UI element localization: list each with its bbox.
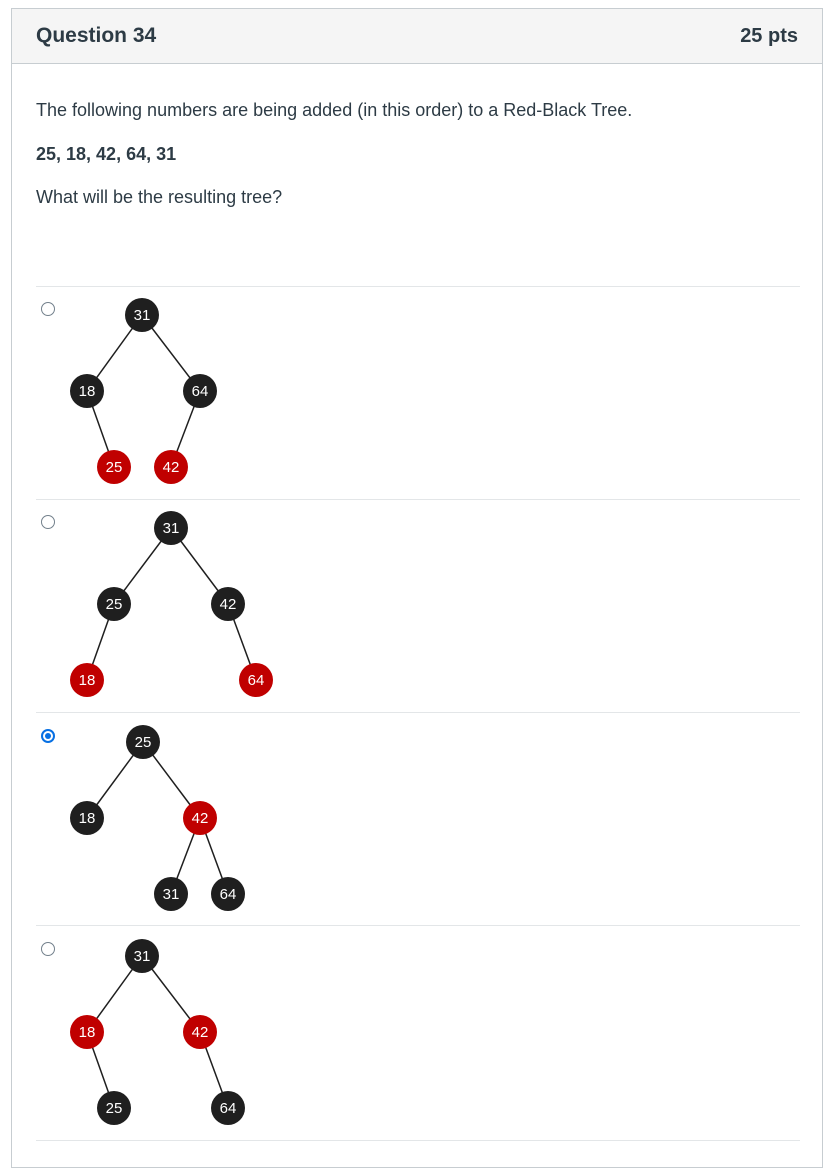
question-points: 25 pts [740,24,798,47]
node-label: 18 [79,383,96,400]
node-label: 31 [134,307,151,324]
tree-node-25: 25 [97,1091,131,1125]
tree-node-42: 42 [211,587,245,621]
answer-option-3[interactable]: 25 18 42 31 64 [36,712,800,926]
tree-node-64: 64 [183,374,217,408]
node-label: 42 [192,1024,209,1041]
tree-node-18: 18 [70,374,104,408]
tree-node-42: 42 [154,450,188,484]
node-label: 42 [220,596,237,613]
node-label: 64 [220,1100,237,1117]
question-header: Question 34 25 pts [12,9,822,64]
divider [36,1140,800,1141]
tree-node-18: 18 [70,663,104,697]
tree-node-64: 64 [239,663,273,697]
tree-node-18: 18 [70,1015,104,1049]
tree-node-31: 31 [154,511,188,545]
tree-node-64: 64 [211,877,245,911]
tree-diagram: 31 18 42 25 64 [70,939,245,1125]
tree-node-18: 18 [70,801,104,835]
node-label: 64 [192,383,209,400]
node-label: 64 [248,672,265,689]
node-label: 18 [79,810,96,827]
node-label: 31 [163,520,180,537]
node-label: 64 [220,886,237,903]
node-label: 31 [134,948,151,965]
tree-node-42: 42 [183,801,217,835]
node-label: 25 [135,734,152,751]
tree-node-25: 25 [126,725,160,759]
tree-node-25: 25 [97,450,131,484]
tree-node-64: 64 [211,1091,245,1125]
question-title: Question 34 [36,24,157,47]
number-sequence: 25, 18, 42, 64, 31 [36,144,177,164]
answer-option-1[interactable]: 31 18 64 25 42 [36,286,800,500]
answer-option-4[interactable]: 31 18 42 25 64 [36,925,800,1141]
node-label: 25 [106,459,123,476]
tree-diagram: 31 18 64 25 42 [70,298,217,484]
tree-diagram: 31 25 42 18 64 [70,511,273,697]
answer-option-2[interactable]: 31 25 42 18 64 [36,499,800,713]
node-label: 42 [163,459,180,476]
tree-node-31: 31 [154,877,188,911]
question-card: Question 34 25 pts The following numbers… [11,8,823,1168]
question-ask: What will be the resulting tree? [36,187,283,207]
node-label: 18 [79,1024,96,1041]
node-label: 25 [106,596,123,613]
tree-node-42: 42 [183,1015,217,1049]
tree-diagram: 25 18 42 31 64 [70,725,245,911]
node-label: 31 [163,886,180,903]
node-label: 18 [79,672,96,689]
tree-node-31: 31 [125,939,159,973]
tree-node-31: 31 [125,298,159,332]
tree-node-25: 25 [97,587,131,621]
node-label: 25 [106,1100,123,1117]
question-prompt: The following numbers are being added (i… [36,100,633,120]
node-label: 42 [192,810,209,827]
